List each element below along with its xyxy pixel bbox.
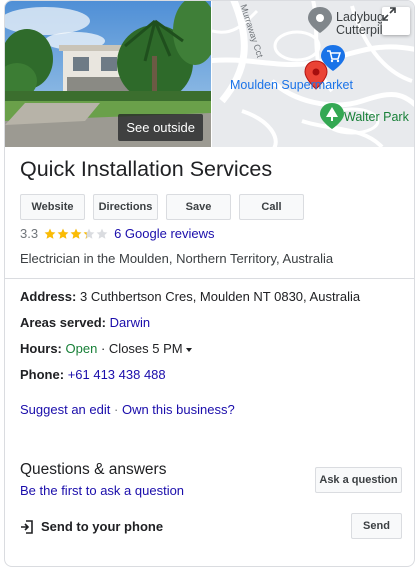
expand-icon (382, 7, 396, 21)
star-rating (44, 228, 108, 240)
address-row: Address: 3 Cuthbertson Cres, Moulden NT … (20, 289, 360, 304)
call-button[interactable]: Call (239, 194, 304, 220)
park-label[interactable]: Walter Park (344, 110, 409, 124)
business-photo[interactable]: See outside (5, 1, 211, 147)
hours-open: Open (65, 341, 98, 356)
hours-dropdown[interactable]: Closes 5 PM (109, 341, 192, 356)
send-to-phone-label: Send to your phone (41, 519, 164, 534)
send-button[interactable]: Send (351, 513, 402, 539)
star-icon (44, 228, 56, 239)
send-to-phone-icon (21, 519, 33, 534)
ask-question-button[interactable]: Ask a question (315, 467, 402, 493)
divider (5, 278, 414, 279)
supermarket-label[interactable]: Moulden Supermarket (230, 78, 353, 92)
address-label: Address: (20, 289, 77, 304)
areas-label: Areas served: (20, 315, 106, 330)
hours-separator: · (100, 341, 106, 356)
areas-row: Areas served: Darwin (20, 315, 150, 330)
business-name: Quick Installation Services (20, 157, 273, 181)
caret-down-icon (185, 347, 192, 352)
map-preview[interactable]: Murraway Cct Ladybugs Cutterpilla Moulde… (212, 1, 414, 147)
phone-label: Phone: (20, 367, 65, 382)
website-button[interactable]: Website (20, 194, 85, 220)
see-outside-button[interactable]: See outside (118, 114, 203, 141)
expand-map-button[interactable] (382, 7, 410, 35)
hours-label: Hours: (20, 341, 62, 356)
knowledge-panel: See outside Murraway Cct Ladybugs Cutter… (4, 0, 415, 567)
star-icon (70, 228, 82, 239)
rating-row: 3.3 6 Google reviews (20, 226, 215, 241)
address-value[interactable]: 3 Cuthbertson Cres, Moulden NT 0830, Aus… (80, 289, 360, 304)
star-icon (83, 228, 95, 239)
business-category: Electrician in the Moulden, Northern Ter… (20, 251, 334, 266)
save-button[interactable]: Save (166, 194, 231, 220)
areas-value[interactable]: Darwin (110, 315, 150, 330)
send-to-phone-row: Send to your phone (20, 519, 163, 534)
rating-value: 3.3 (20, 226, 39, 241)
phone-value[interactable]: +61 413 438 488 (68, 367, 166, 382)
reviews-link[interactable]: 6 Google reviews (114, 226, 214, 241)
star-icon (96, 228, 108, 239)
ask-first-link[interactable]: Be the first to ask a question (20, 483, 184, 498)
directions-button[interactable]: Directions (93, 194, 158, 220)
phone-row: Phone: +61 413 438 488 (20, 367, 166, 382)
links-separator: · (113, 402, 119, 417)
star-icon (57, 228, 69, 239)
own-business-link[interactable]: Own this business? (122, 402, 235, 417)
hours-row: Hours: Open · Closes 5 PM (20, 341, 192, 356)
action-buttons: Website Directions Save Call (20, 194, 304, 220)
hours-close: Closes 5 PM (108, 341, 183, 356)
edit-links: Suggest an edit · Own this business? (20, 402, 235, 417)
suggest-edit-link[interactable]: Suggest an edit (20, 402, 110, 417)
qa-title: Questions & answers (20, 461, 167, 478)
